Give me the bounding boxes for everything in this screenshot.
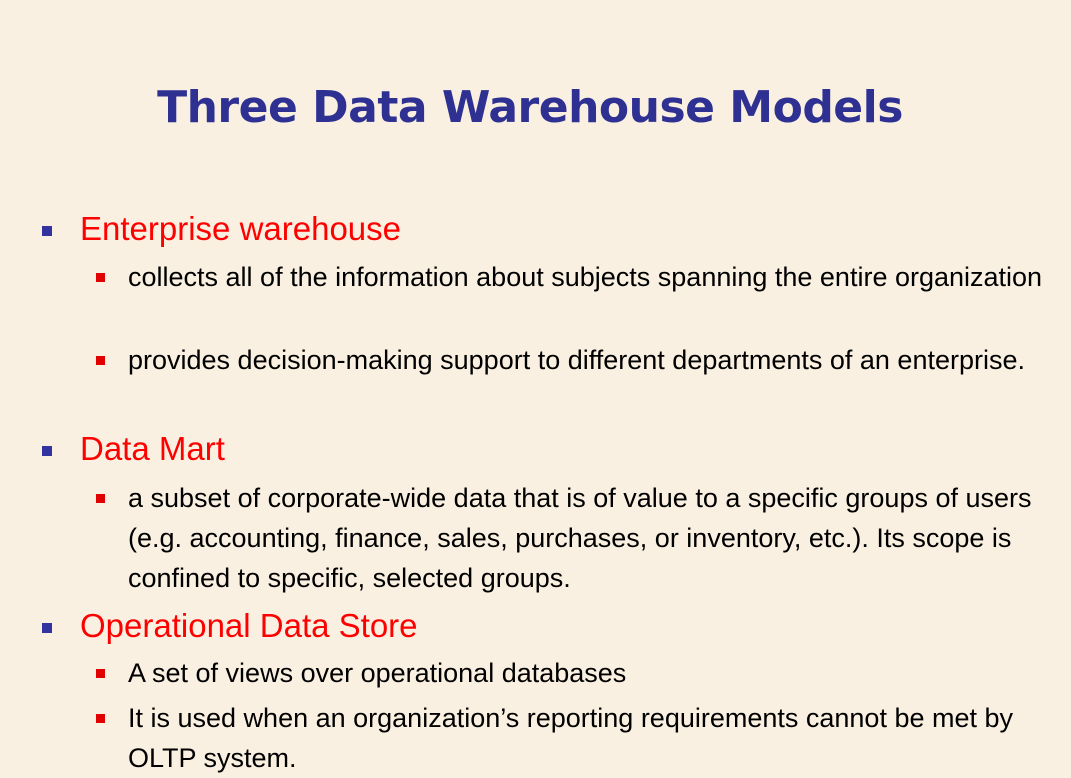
slide-title: Three Data Warehouse Models <box>157 82 903 133</box>
section-heading-text: Data Mart <box>80 430 225 467</box>
list-item-text: a subset of corporate-wide data that is … <box>128 483 1032 593</box>
square-bullet-icon <box>42 226 52 236</box>
square-bullet-icon <box>96 356 105 365</box>
list-item-text: It is used when an organization’s report… <box>128 703 1014 773</box>
square-bullet-icon <box>42 623 52 633</box>
list-item: collects all of the information about su… <box>96 257 1048 297</box>
list-item: provides decision-making support to diff… <box>96 340 1048 380</box>
square-bullet-icon <box>96 669 105 678</box>
section-heading-text: Operational Data Store <box>80 607 418 644</box>
list-item-text: provides decision-making support to diff… <box>128 345 1025 375</box>
list-item-text: A set of views over operational database… <box>128 658 627 688</box>
list-item-text: collects all of the information about su… <box>128 262 1043 292</box>
list-item: a subset of corporate-wide data that is … <box>96 478 1048 598</box>
section-heading-text: Enterprise warehouse <box>80 210 402 247</box>
section-heading-operational-data-store: Operational Data Store <box>42 607 418 645</box>
section-heading-data-mart: Data Mart <box>42 430 225 468</box>
list-item: A set of views over operational database… <box>96 653 1048 693</box>
section-heading-enterprise-warehouse: Enterprise warehouse <box>42 210 402 248</box>
square-bullet-icon <box>42 446 52 456</box>
list-item: It is used when an organization’s report… <box>96 698 1048 778</box>
square-bullet-icon <box>96 714 105 723</box>
square-bullet-icon <box>96 494 105 503</box>
square-bullet-icon <box>96 273 105 282</box>
